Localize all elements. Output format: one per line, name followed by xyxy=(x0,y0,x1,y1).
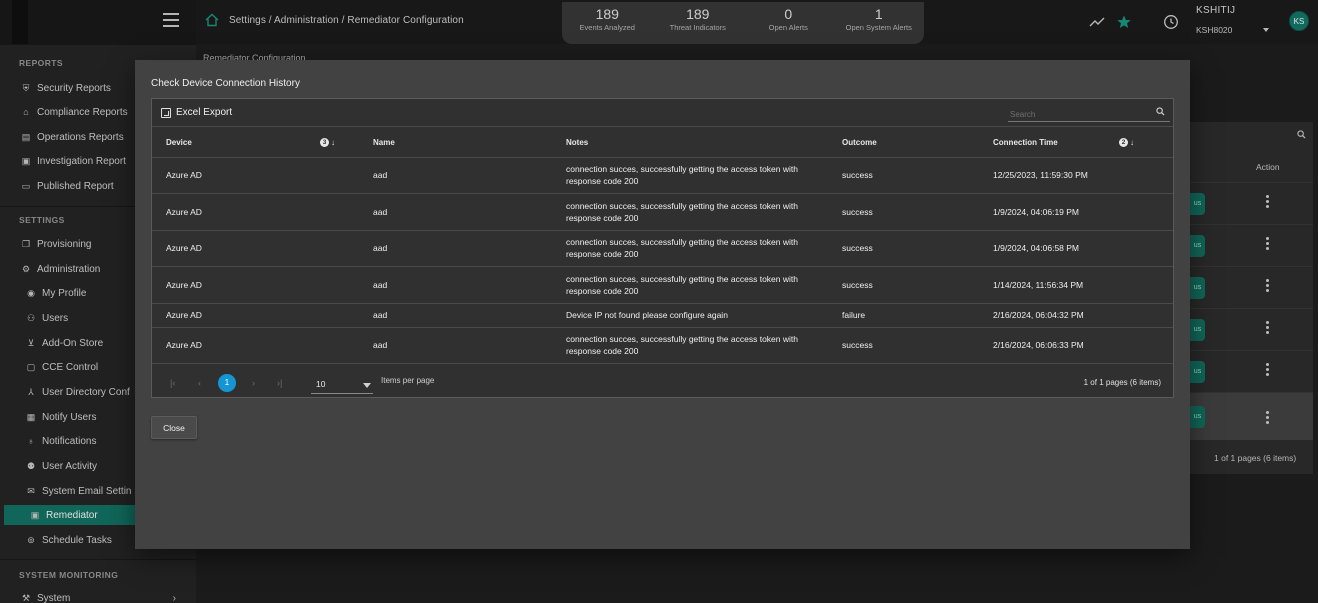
cell-device: Azure AD xyxy=(152,157,359,194)
export-icon xyxy=(161,107,171,118)
last-page-icon[interactable]: ›| xyxy=(277,378,282,388)
column-header-name[interactable]: Name xyxy=(359,128,552,158)
grid-pager: |‹ ‹ 1 › ›| 10 Items per page 1 of 1 pag… xyxy=(152,366,1173,398)
column-header-device[interactable]: Device 3 ↓ xyxy=(152,128,359,158)
cell-outcome: failure xyxy=(828,303,979,328)
cell-connection-time: 12/25/2023, 11:59:30 PM xyxy=(979,157,1173,194)
pager-info: 1 of 1 pages (6 items) xyxy=(1083,378,1161,387)
cell-notes: Device IP not found please configure aga… xyxy=(552,303,828,328)
cell-outcome: success xyxy=(828,193,979,231)
cell-notes: connection succes, successfully getting … xyxy=(552,157,828,194)
cell-notes: connection succes, successfully getting … xyxy=(552,266,828,304)
cell-name: aad xyxy=(359,193,552,231)
column-header-connection-time[interactable]: Connection Time 2 ↓ xyxy=(979,128,1173,158)
cell-notes: connection succes, successfully getting … xyxy=(552,327,828,364)
cell-name: aad xyxy=(359,230,552,267)
grid-toolbar: Excel Export xyxy=(152,99,1173,127)
table-row[interactable]: Azure AD aad connection succes, successf… xyxy=(152,230,1173,267)
table-row[interactable]: Azure AD aad connection succes, successf… xyxy=(152,193,1173,231)
items-per-page-label: Items per page xyxy=(381,376,435,385)
table-row[interactable]: Azure AD aad connection succes, successf… xyxy=(152,327,1173,364)
table-row[interactable]: Azure AD aad Device IP not found please … xyxy=(152,303,1173,328)
arrow-down-icon: ↓ xyxy=(331,138,335,147)
cell-name: aad xyxy=(359,327,552,364)
cell-outcome: success xyxy=(828,327,979,364)
cell-connection-time: 1/9/2024, 04:06:19 PM xyxy=(979,193,1173,231)
connection-history-dialog: Check Device Connection History Excel Ex… xyxy=(135,60,1190,549)
search-field xyxy=(1008,104,1170,122)
next-page-icon[interactable]: › xyxy=(252,378,255,388)
cell-name: aad xyxy=(359,266,552,304)
column-header-notes[interactable]: Notes xyxy=(552,128,828,158)
cell-device: Azure AD xyxy=(152,303,359,328)
cell-outcome: success xyxy=(828,230,979,267)
cell-connection-time: 1/14/2024, 11:56:34 PM xyxy=(979,266,1173,304)
cell-device: Azure AD xyxy=(152,193,359,231)
table-header-row: Device 3 ↓ Name Notes Outcome Connection … xyxy=(152,128,1173,158)
chevron-down-icon xyxy=(363,383,371,388)
excel-export-button[interactable]: Excel Export xyxy=(161,107,232,118)
previous-page-icon[interactable]: ‹ xyxy=(198,378,201,388)
cell-name: aad xyxy=(359,303,552,328)
connection-history-grid: Excel Export Device 3↓ Name Notes Outcom… xyxy=(151,98,1174,398)
history-table: Device 3 ↓ Name Notes Outcome Connection … xyxy=(152,128,1173,364)
page-number-current[interactable]: 1 xyxy=(218,374,236,392)
cell-connection-time: 2/16/2024, 06:04:32 PM xyxy=(979,303,1173,328)
cell-notes: connection succes, successfully getting … xyxy=(552,193,828,231)
cell-connection-time: 1/9/2024, 04:06:58 PM xyxy=(979,230,1173,267)
close-button[interactable]: Close xyxy=(151,416,197,439)
cell-device: Azure AD xyxy=(152,327,359,364)
dialog-title: Check Device Connection History xyxy=(151,78,300,89)
search-icon[interactable] xyxy=(1156,107,1165,116)
table-row[interactable]: Azure AD aad connection succes, successf… xyxy=(152,266,1173,304)
sort-indicator-connection-time[interactable]: 2 ↓ xyxy=(1119,138,1134,147)
sort-indicator-device[interactable]: 3 ↓ xyxy=(320,138,335,147)
table-row[interactable]: Azure AD aad connection succes, successf… xyxy=(152,157,1173,194)
page-size-select[interactable]: 10 xyxy=(311,376,373,394)
cell-notes: connection succes, successfully getting … xyxy=(552,230,828,267)
search-input[interactable] xyxy=(1008,107,1148,119)
column-header-outcome[interactable]: Outcome xyxy=(828,128,979,158)
cell-outcome: success xyxy=(828,157,979,194)
cell-name: aad xyxy=(359,157,552,194)
first-page-icon[interactable]: |‹ xyxy=(170,378,175,388)
cell-outcome: success xyxy=(828,266,979,304)
cell-device: Azure AD xyxy=(152,230,359,267)
cell-connection-time: 2/16/2024, 06:06:33 PM xyxy=(979,327,1173,364)
arrow-down-icon: ↓ xyxy=(1130,138,1134,147)
cell-device: Azure AD xyxy=(152,266,359,304)
